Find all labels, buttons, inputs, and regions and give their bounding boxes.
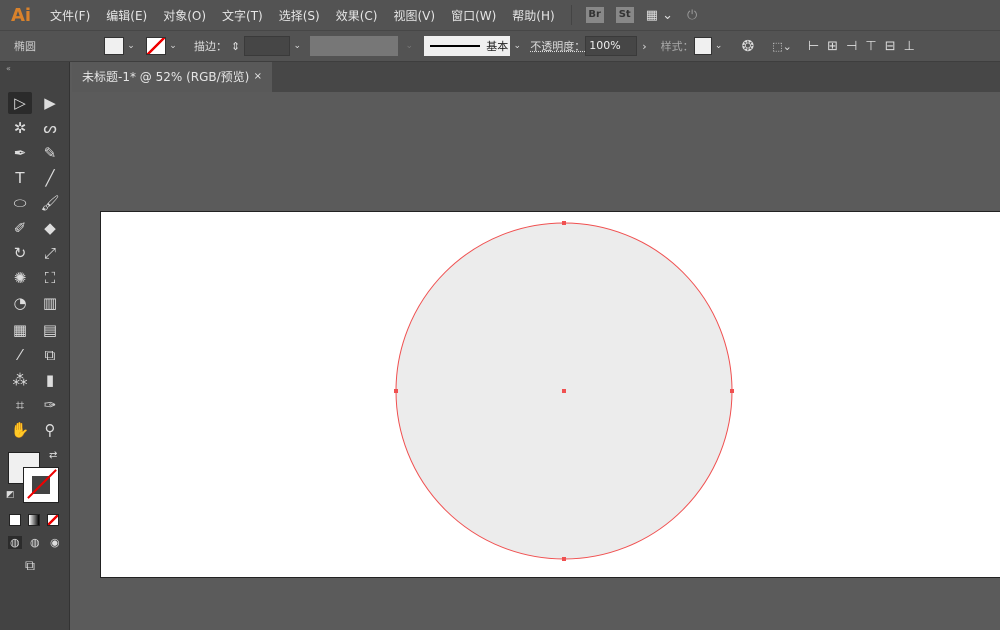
anchor-point[interactable] [562,221,566,225]
artwork-layer [394,221,734,561]
anchor-point[interactable] [562,557,566,561]
anchor-point[interactable] [730,389,734,393]
anchor-point[interactable] [394,389,398,393]
anchor-point[interactable] [562,389,566,393]
